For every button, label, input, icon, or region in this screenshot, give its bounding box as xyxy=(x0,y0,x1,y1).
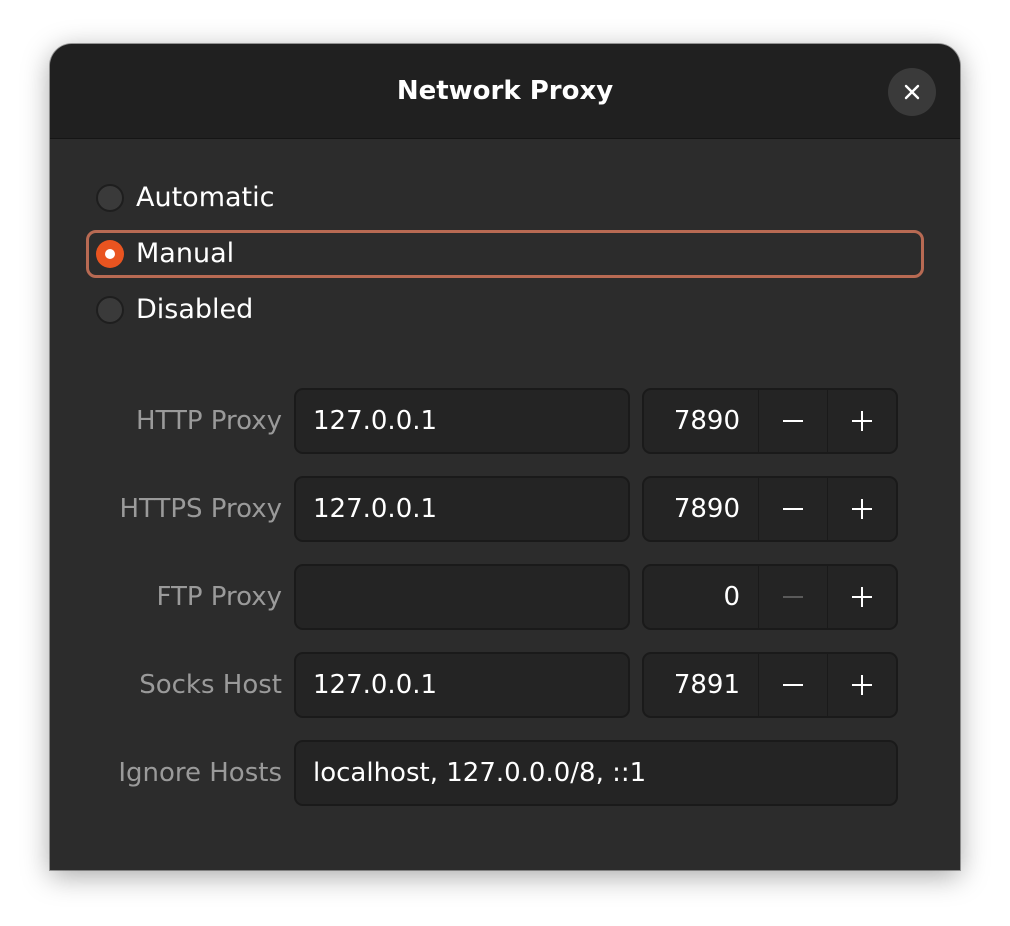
https-proxy-host-input[interactable]: 127.0.0.1 xyxy=(294,476,630,542)
ftp-proxy-port-spinner: 0 xyxy=(642,564,898,630)
network-proxy-dialog: Network Proxy Automatic Manual Disabled … xyxy=(50,44,960,870)
ftp-port-increment-button[interactable] xyxy=(827,566,896,628)
radio-disabled[interactable]: Disabled xyxy=(86,286,924,334)
plus-icon xyxy=(852,675,872,695)
https-proxy-port-spinner: 7890 xyxy=(642,476,898,542)
https-port-decrement-button[interactable] xyxy=(758,478,827,540)
https-port-increment-button[interactable] xyxy=(827,478,896,540)
http-proxy-host-input[interactable]: 127.0.0.1 xyxy=(294,388,630,454)
https-proxy-port-input[interactable]: 7890 xyxy=(644,478,758,540)
minus-icon xyxy=(783,596,803,598)
radio-label: Disabled xyxy=(136,294,254,325)
plus-icon xyxy=(852,587,872,607)
minus-icon xyxy=(783,508,803,510)
minus-icon xyxy=(783,684,803,686)
socks-port-spinner: 7891 xyxy=(642,652,898,718)
http-port-increment-button[interactable] xyxy=(827,390,896,452)
radio-button-checked[interactable] xyxy=(96,240,124,268)
header-bar: Network Proxy xyxy=(50,44,960,139)
radio-automatic[interactable]: Automatic xyxy=(86,174,924,222)
close-button[interactable] xyxy=(888,68,936,116)
http-proxy-label: HTTP Proxy xyxy=(135,406,282,436)
ftp-proxy-label: FTP Proxy xyxy=(156,582,282,612)
plus-icon xyxy=(852,411,872,431)
radio-label: Automatic xyxy=(136,182,275,213)
https-proxy-label: HTTPS Proxy xyxy=(119,494,282,524)
radio-manual[interactable]: Manual xyxy=(86,230,924,278)
radio-button[interactable] xyxy=(96,184,124,212)
ftp-proxy-port-input[interactable]: 0 xyxy=(644,566,758,628)
socks-port-increment-button[interactable] xyxy=(827,654,896,716)
radio-label: Manual xyxy=(136,238,235,269)
dialog-title: Network Proxy xyxy=(396,76,614,106)
close-icon xyxy=(904,84,920,100)
socks-host-input[interactable]: 127.0.0.1 xyxy=(294,652,630,718)
http-port-decrement-button[interactable] xyxy=(758,390,827,452)
plus-icon xyxy=(852,499,872,519)
ignore-hosts-label: Ignore Hosts xyxy=(118,758,282,788)
http-proxy-port-input[interactable]: 7890 xyxy=(644,390,758,452)
socks-port-input[interactable]: 7891 xyxy=(644,654,758,716)
radio-button[interactable] xyxy=(96,296,124,324)
ftp-port-decrement-button xyxy=(758,566,827,628)
http-proxy-port-spinner: 7890 xyxy=(642,388,898,454)
socks-port-decrement-button[interactable] xyxy=(758,654,827,716)
minus-icon xyxy=(783,420,803,422)
ftp-proxy-host-input[interactable] xyxy=(294,564,630,630)
ignore-hosts-input[interactable]: localhost, 127.0.0.0/8, ::1 xyxy=(294,740,898,806)
socks-host-label: Socks Host xyxy=(139,670,282,700)
